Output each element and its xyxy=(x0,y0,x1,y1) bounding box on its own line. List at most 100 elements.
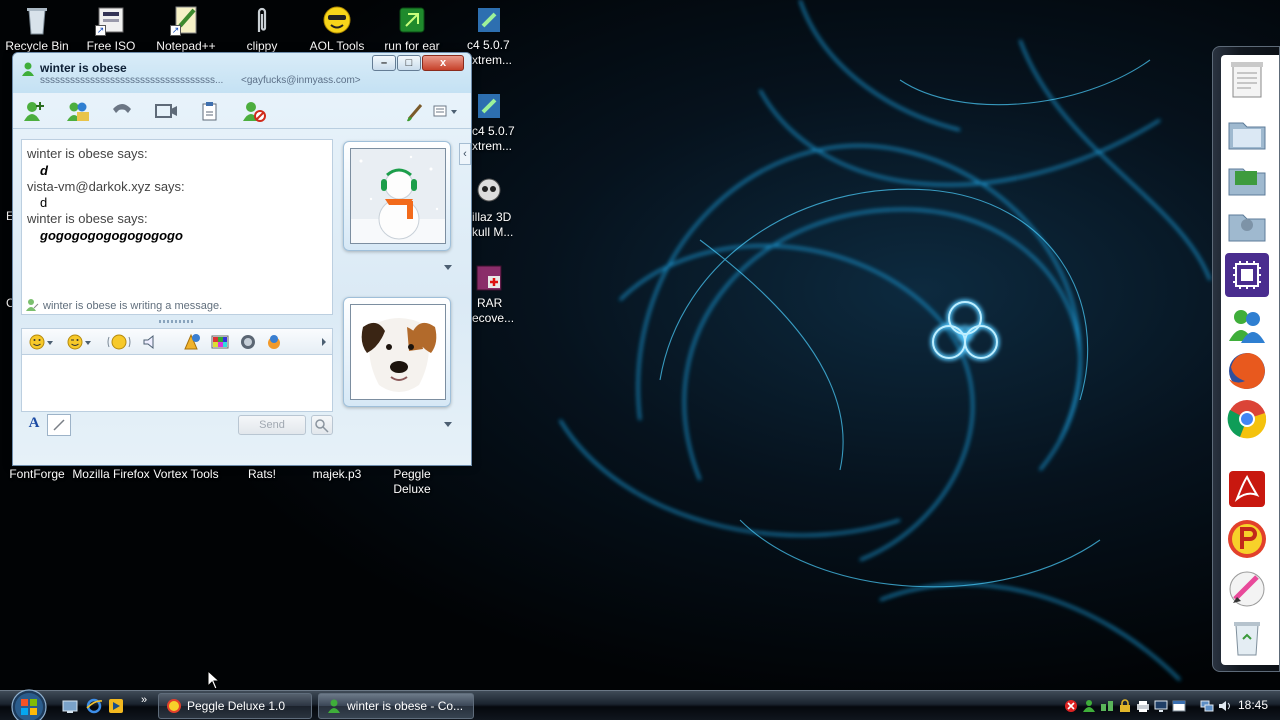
c4-icon xyxy=(474,90,504,122)
paint-icon[interactable] xyxy=(403,99,429,123)
desktop-icon-c4-b[interactable]: c4 5.0.7 xtrem... xyxy=(472,90,515,153)
action-icon[interactable] xyxy=(264,333,284,351)
messenger-task-icon xyxy=(326,698,342,714)
acrobat-dock-icon[interactable] xyxy=(1225,467,1269,511)
font-button[interactable]: A xyxy=(23,415,45,435)
desktop-icon-rats[interactable]: Rats! xyxy=(223,467,301,482)
invite-contact-icon[interactable] xyxy=(21,99,47,123)
messenger-tray-icon[interactable] xyxy=(1082,699,1096,713)
message-sender: winter is obese says: xyxy=(27,146,148,161)
internet-explorer-icon[interactable] xyxy=(86,698,103,714)
green-folder-dock-icon[interactable] xyxy=(1225,157,1269,201)
notepad-dock-icon[interactable] xyxy=(1225,59,1269,103)
wink-icon[interactable] xyxy=(66,333,92,351)
display-options-icon[interactable] xyxy=(431,99,457,123)
contact-personal-message: sssssssssssssssssssssssssssssssssss... xyxy=(40,75,224,86)
video-call-icon[interactable] xyxy=(153,99,179,123)
volume-icon[interactable] xyxy=(1218,699,1232,713)
trash-dock-icon[interactable] xyxy=(1225,615,1269,659)
gift-icon[interactable] xyxy=(182,333,202,351)
peggle-dock-icon[interactable] xyxy=(1225,517,1269,561)
title-bar[interactable]: winter is obese ssssssssssssssssssssssss… xyxy=(13,53,471,93)
desktop-icon-skull[interactable]: illaz 3D kull M... xyxy=(472,176,513,239)
my-picture-dropdown-icon[interactable] xyxy=(444,422,452,427)
more-options-icon[interactable] xyxy=(318,333,330,351)
desktop-icon-peggle[interactable]: Peggle Deluxe xyxy=(373,467,451,497)
taskbar: » Peggle Deluxe 1.0 winter is obese - Co… xyxy=(0,687,1280,720)
security-alert-icon[interactable] xyxy=(1064,699,1078,713)
taskbar-item-messenger[interactable]: winter is obese - Co... xyxy=(318,693,474,719)
share-folder-icon[interactable] xyxy=(65,99,91,123)
desktop-icon-run-for-ear[interactable]: run for ear xyxy=(373,4,451,54)
call-icon[interactable] xyxy=(109,99,135,123)
lock-icon[interactable] xyxy=(1118,699,1132,713)
desktop-icon-c4-a[interactable]: c4 5.0.7 xtrem... xyxy=(467,4,512,67)
close-button[interactable]: x xyxy=(422,55,464,71)
messenger-dock-icon[interactable] xyxy=(1225,303,1269,347)
send-button[interactable]: Send xyxy=(238,415,306,435)
desktop-icon-recycle-bin[interactable]: Recycle Bin xyxy=(0,4,76,54)
emoticon-icon[interactable] xyxy=(28,333,54,351)
aol-tools-icon xyxy=(321,4,353,36)
desktop-icon-majek[interactable]: majek.p3 xyxy=(298,467,376,482)
nudge-icon[interactable] xyxy=(106,333,132,351)
collapse-pictures-button[interactable]: ‹ xyxy=(459,143,471,165)
background-icon[interactable] xyxy=(210,333,230,351)
typing-status: winter is obese is writing a message. xyxy=(21,297,333,315)
message-text: gogogogogogogogogo xyxy=(40,228,183,243)
desktop-icon-vortex-tools[interactable]: Vortex Tools xyxy=(147,467,225,482)
snowman-picture xyxy=(351,149,445,243)
free-iso-icon: ↗ xyxy=(95,4,127,36)
desktop-icon-fontforge[interactable]: FontForge xyxy=(0,467,76,482)
network-icon[interactable] xyxy=(1200,699,1214,713)
notepad-plus-plus-icon: ↗ xyxy=(170,4,202,36)
recycle-bin-icon xyxy=(21,4,53,36)
desktop-icon-rar[interactable]: RAR ecove... xyxy=(472,262,514,325)
desktop-icon-notepad-plus-plus[interactable]: ↗ Notepad++ xyxy=(147,4,225,54)
resize-grip[interactable] xyxy=(159,320,193,323)
desktop-icon-firefox[interactable]: Mozilla Firefox xyxy=(72,467,150,482)
firefox-dock-icon[interactable] xyxy=(1225,349,1269,393)
taskbar-item-peggle[interactable]: Peggle Deluxe 1.0 xyxy=(158,693,312,719)
contact-picture-dropdown-icon[interactable] xyxy=(444,265,452,270)
voice-clip-icon[interactable] xyxy=(140,333,160,351)
folder-dock-icon[interactable] xyxy=(1225,111,1269,155)
ink-button[interactable] xyxy=(47,414,71,436)
messenger-conversation-window[interactable]: winter is obese ssssssssssssssssssssssss… xyxy=(12,52,472,466)
conversation-history: winter is obese says: d vista-vm@darkok.… xyxy=(21,139,333,315)
network-activity-icon[interactable] xyxy=(1100,699,1114,713)
maximize-button[interactable]: □ xyxy=(397,55,421,71)
monitor-icon[interactable] xyxy=(1154,699,1168,713)
quicklaunch-more-button[interactable]: » xyxy=(141,694,147,706)
desktop-icon-clippy[interactable]: clippy xyxy=(223,4,301,54)
message-compose-input[interactable] xyxy=(21,354,333,412)
paint-dock-icon[interactable] xyxy=(1225,567,1269,611)
contact-display-picture[interactable] xyxy=(343,141,451,251)
desktop-icon-free-iso[interactable]: ↗ Free ISO xyxy=(72,4,150,54)
search-icon[interactable] xyxy=(311,415,333,435)
my-display-picture[interactable] xyxy=(343,297,451,407)
window-icon[interactable] xyxy=(1172,699,1186,713)
message-sender: winter is obese says: xyxy=(27,211,148,226)
message-sender: vista-vm@darkok.xyz says: xyxy=(27,179,185,194)
message-text: d xyxy=(40,163,48,178)
minimize-button[interactable]: – xyxy=(372,55,396,71)
skull-icon xyxy=(474,176,504,208)
clippy-icon xyxy=(246,4,278,36)
show-desktop-icon[interactable] xyxy=(62,698,78,714)
message-text: d xyxy=(40,195,48,210)
chrome-dock-icon[interactable] xyxy=(1225,397,1269,441)
chip-dock-icon[interactable] xyxy=(1225,253,1269,297)
start-orb-button[interactable] xyxy=(9,687,49,720)
dog-picture xyxy=(351,305,445,399)
block-contact-icon[interactable] xyxy=(241,99,267,123)
media-player-icon[interactable] xyxy=(108,698,124,714)
mouse-cursor-icon xyxy=(207,669,221,690)
games-icon[interactable] xyxy=(238,333,258,351)
desktop-icon-aol-tools[interactable]: AOL Tools xyxy=(298,4,376,54)
activities-icon[interactable] xyxy=(197,99,223,123)
peggle-task-icon xyxy=(166,698,182,714)
printer-icon[interactable] xyxy=(1136,699,1150,713)
settings-folder-dock-icon[interactable] xyxy=(1225,203,1269,247)
contact-email: <gayfucks@inmyass.com> xyxy=(241,75,361,86)
